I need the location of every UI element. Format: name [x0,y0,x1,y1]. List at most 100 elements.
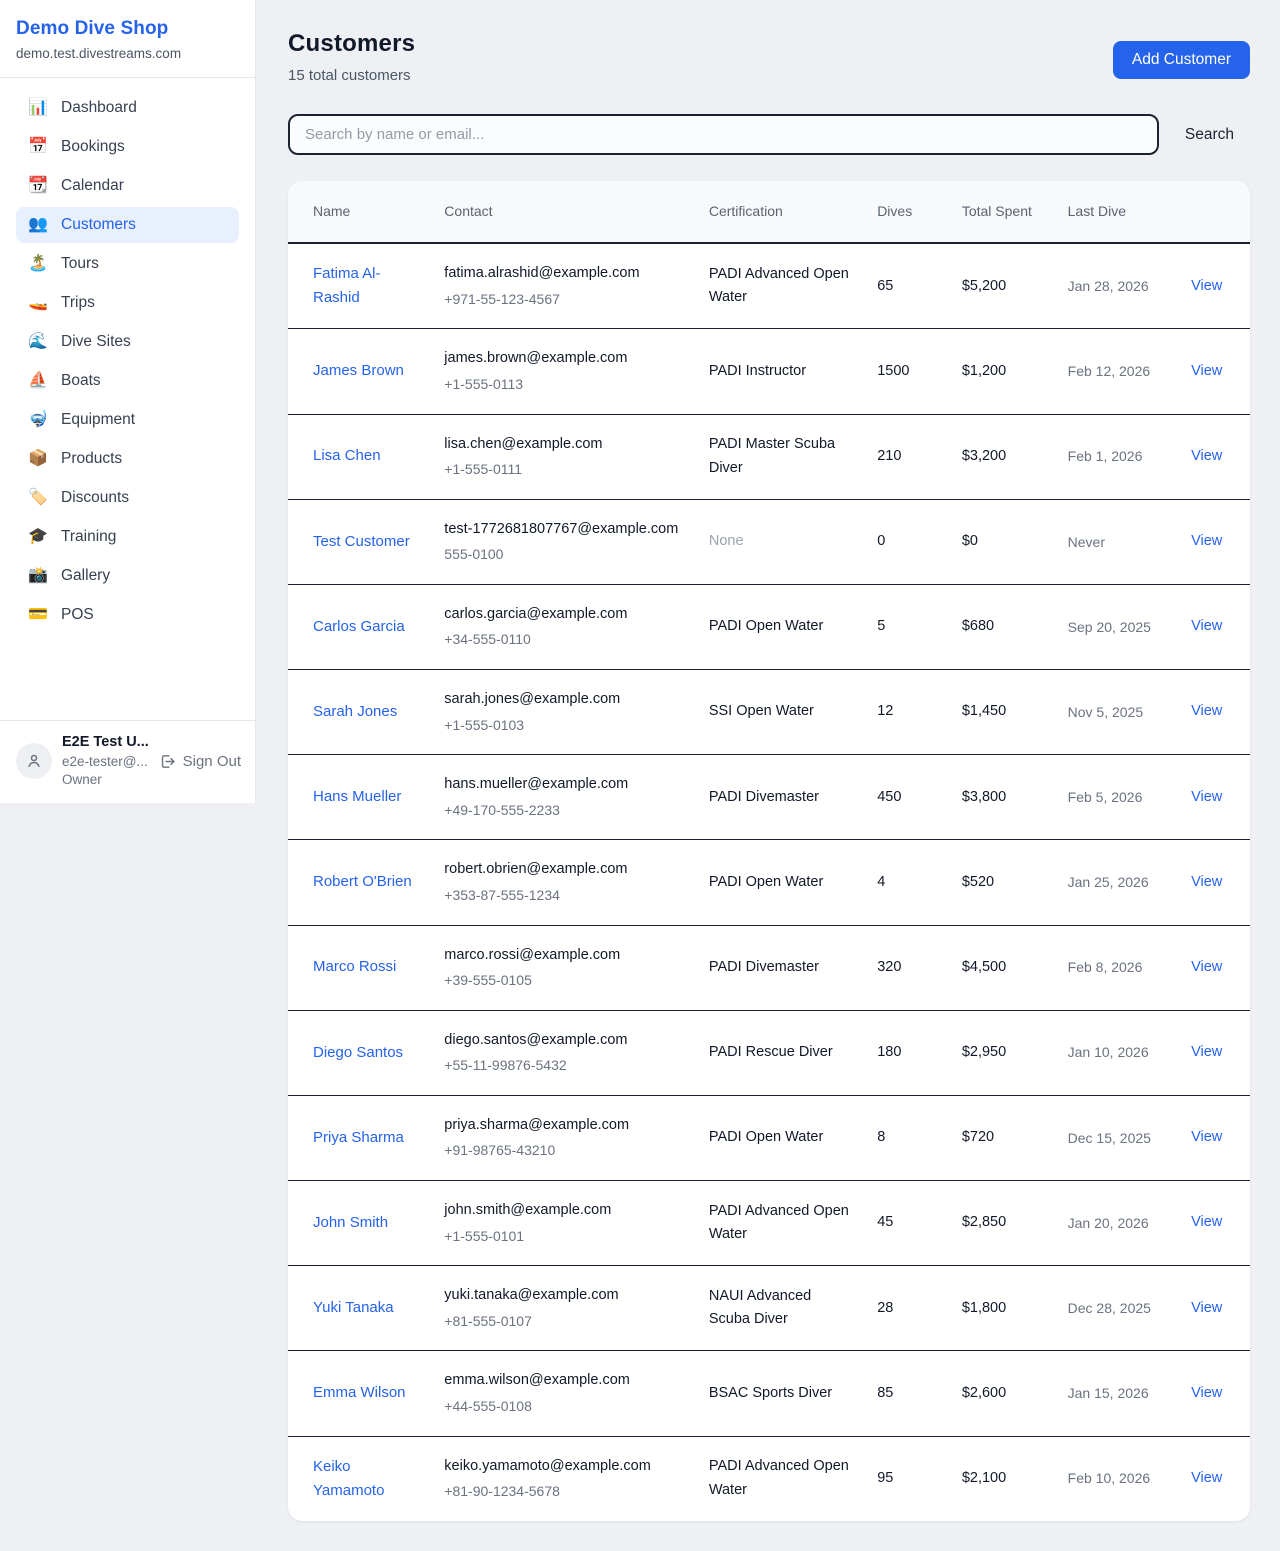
sidebar-item-bookings[interactable]: 📅 Bookings [16,129,239,165]
view-link[interactable]: View [1191,533,1222,549]
dives-cell: 85 [865,1351,950,1436]
sidebar-item-label: Trips [61,294,95,312]
sidebar-item-dive-sites[interactable]: 🌊 Dive Sites [16,324,239,360]
sidebar-item-trips[interactable]: 🚤 Trips [16,285,239,321]
table-row: Marco Rossi marco.rossi@example.com +39-… [288,925,1250,1010]
view-link[interactable]: View [1191,874,1222,890]
view-link[interactable]: View [1191,1300,1222,1316]
sidebar-item-pos[interactable]: 💳 POS [16,597,239,633]
column-header: Name [288,181,432,243]
view-link[interactable]: View [1191,1214,1222,1230]
customer-name-link[interactable]: Robert O'Brien [313,870,412,894]
sidebar-item-training[interactable]: 🎓 Training [16,519,239,555]
sidebar-item-calendar[interactable]: 📆 Calendar [16,168,239,204]
customer-email: marco.rossi@example.com [444,944,685,967]
dives-cell: 45 [865,1181,950,1266]
sidebar-item-gallery[interactable]: 📸 Gallery [16,558,239,594]
view-link[interactable]: View [1191,1385,1222,1401]
sign-out-button[interactable]: Sign Out [159,753,241,770]
customer-name-link[interactable]: Emma Wilson [313,1381,406,1405]
dives-cell: 4 [865,840,950,925]
table-row: Lisa Chen lisa.chen@example.com +1-555-0… [288,414,1250,499]
dives-cell: 95 [865,1436,950,1521]
search-button[interactable]: Search [1185,126,1234,144]
certification-cell: PADI Open Water [697,840,865,925]
dives-cell: 450 [865,755,950,840]
customer-name-link[interactable]: Diego Santos [313,1041,403,1065]
table-row: Emma Wilson emma.wilson@example.com +44-… [288,1351,1250,1436]
dives-cell: 320 [865,925,950,1010]
user-info: E2E Test U... e2e-tester@... Owner [62,733,149,789]
customers-table: NameContactCertificationDivesTotal Spent… [288,181,1250,1521]
sidebar-item-label: Dive Sites [61,333,131,351]
customer-phone: +1-555-0101 [444,1225,685,1248]
sidebar-item-label: Equipment [61,411,135,429]
customer-name-link[interactable]: Priya Sharma [313,1126,404,1150]
customer-name-link[interactable]: Carlos Garcia [313,615,405,639]
total-spent-cell: $1,450 [950,670,1056,755]
user-email: e2e-tester@... [62,753,149,771]
customer-name-link[interactable]: Yuki Tanaka [313,1296,394,1320]
sidebar-item-label: POS [61,606,94,624]
total-spent-cell: $2,600 [950,1351,1056,1436]
customer-email: keiko.yamamoto@example.com [444,1455,685,1478]
brand-domain: demo.test.divestreams.com [16,46,239,61]
customer-name-link[interactable]: Sarah Jones [313,700,397,724]
customer-name-link[interactable]: James Brown [313,359,404,383]
sidebar-item-equipment[interactable]: 🤿 Equipment [16,402,239,438]
view-link[interactable]: View [1191,448,1222,464]
last-dive-cell: Feb 10, 2026 [1056,1436,1164,1521]
customer-name-link[interactable]: Hans Mueller [313,785,401,809]
total-spent-cell: $0 [950,499,1056,584]
table-body: Fatima Al-Rashid fatima.alrashid@example… [288,243,1250,1521]
dives-cell: 1500 [865,329,950,414]
customer-email: yuki.tanaka@example.com [444,1284,685,1307]
view-link[interactable]: View [1191,363,1222,379]
table-row: Priya Sharma priya.sharma@example.com +9… [288,1095,1250,1180]
certification-cell: PADI Open Water [697,1095,865,1180]
customer-email: diego.santos@example.com [444,1029,685,1052]
sign-out-icon [159,753,176,770]
dives-cell: 0 [865,499,950,584]
dives-cell: 65 [865,243,950,329]
customer-name-link[interactable]: Marco Rossi [313,955,396,979]
sidebar-item-customers[interactable]: 👥 Customers [16,207,239,243]
sidebar-item-discounts[interactable]: 🏷️ Discounts [16,480,239,516]
dives-cell: 5 [865,584,950,669]
view-link[interactable]: View [1191,789,1222,805]
view-link[interactable]: View [1191,703,1222,719]
last-dive-cell: Dec 15, 2025 [1056,1095,1164,1180]
search-input[interactable] [288,114,1159,155]
table-row: Fatima Al-Rashid fatima.alrashid@example… [288,243,1250,329]
dives-cell: 12 [865,670,950,755]
view-link[interactable]: View [1191,1044,1222,1060]
customer-name-link[interactable]: Lisa Chen [313,444,381,468]
view-link[interactable]: View [1191,1470,1222,1486]
certification-cell: PADI Open Water [697,584,865,669]
customer-phone: 555-0100 [444,543,685,566]
view-link[interactable]: View [1191,1129,1222,1145]
certification-cell: None [697,499,865,584]
customer-email: lisa.chen@example.com [444,433,685,456]
customer-name-link[interactable]: Test Customer [313,530,410,554]
certification-cell: PADI Instructor [697,329,865,414]
customer-name-link[interactable]: Keiko Yamamoto [313,1455,420,1503]
sidebar-item-label: Boats [61,372,101,390]
sidebar-item-boats[interactable]: ⛵ Boats [16,363,239,399]
sidebar-item-products[interactable]: 📦 Products [16,441,239,477]
certification-cell: PADI Master Scuba Diver [697,414,865,499]
customer-phone: +55-11-99876-5432 [444,1054,685,1077]
table-row: Sarah Jones sarah.jones@example.com +1-5… [288,670,1250,755]
customer-name-link[interactable]: Fatima Al-Rashid [313,262,420,310]
view-link[interactable]: View [1191,618,1222,634]
page-subtitle: 15 total customers [288,67,415,84]
search-row: Search [288,114,1250,155]
view-link[interactable]: View [1191,959,1222,975]
add-customer-button[interactable]: Add Customer [1113,41,1250,79]
customer-name-link[interactable]: John Smith [313,1211,388,1235]
people-icon: 👥 [28,217,48,233]
sidebar-item-tours[interactable]: 🏝️ Tours [16,246,239,282]
view-link[interactable]: View [1191,278,1222,294]
total-spent-cell: $1,200 [950,329,1056,414]
sidebar-item-dashboard[interactable]: 📊 Dashboard [16,90,239,126]
